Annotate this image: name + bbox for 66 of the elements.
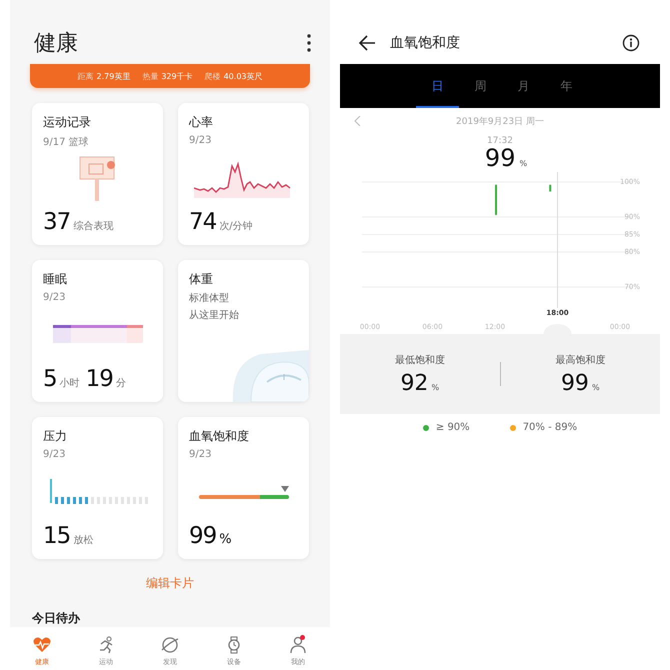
card-subtitle: 9/23: [43, 292, 66, 303]
back-icon[interactable]: [358, 34, 376, 52]
card-title: 压力: [43, 428, 68, 445]
value-unit: 放松: [73, 534, 94, 547]
card-title: 血氧饱和度: [189, 428, 250, 445]
value-number: 37: [43, 209, 70, 235]
card-background[interactable]: 心率 9/23 74 次/分钟: [178, 103, 309, 245]
card-text: 标准体型: [189, 292, 229, 305]
card-title: 体重: [189, 271, 214, 288]
person-icon: [289, 636, 307, 654]
period-tab[interactable]: 月: [502, 64, 545, 108]
summary-value: 40.03英尺: [224, 72, 262, 80]
value-unit: 小时: [60, 376, 80, 390]
period-tab[interactable]: 年: [545, 64, 588, 108]
legend-label: 70% - 89%: [522, 422, 578, 433]
stat-value: 92: [400, 370, 428, 396]
basketball-hoop-icon: [78, 155, 118, 203]
value-number: 74: [189, 209, 216, 235]
card-subtitle: 9/23: [189, 449, 212, 460]
stat-label: 最低饱和度: [394, 354, 445, 366]
heart-icon: [33, 636, 51, 654]
card-background[interactable]: 血氧饱和度 9/23 99%: [178, 417, 309, 559]
date-label: 2019年9月23日 周一: [456, 116, 544, 128]
value-unit: 次/分钟: [219, 220, 253, 233]
summary-label: 距离: [78, 72, 94, 80]
summary-value: 2.79英里: [96, 72, 130, 80]
summary-label: 爬楼: [204, 72, 221, 80]
value-number: 19: [86, 366, 113, 392]
stat-value: 99: [560, 370, 589, 396]
card-text: 从这里开始: [189, 308, 239, 322]
summary-label: 热量: [142, 72, 158, 80]
page-title: 健康: [34, 30, 79, 58]
page-title: 血氧饱和度: [390, 34, 461, 52]
card-subtitle: 9/23: [189, 135, 212, 146]
summary-value: 329千卡: [161, 72, 193, 80]
info-icon[interactable]: [622, 34, 640, 52]
run-icon: [97, 636, 115, 654]
reading-value: 99: [484, 146, 516, 170]
value-number: 5: [43, 366, 57, 392]
card-background[interactable]: 体重 标准体型 从这里开始: [178, 260, 309, 402]
stat-unit: %: [431, 382, 440, 392]
data-bar: [495, 184, 498, 215]
edit-cards-link[interactable]: 编辑卡片: [146, 575, 194, 592]
stat-unit: %: [592, 382, 600, 392]
more-icon[interactable]: [306, 33, 312, 53]
card-title: 心率: [189, 114, 214, 131]
period-tab[interactable]: 日: [416, 64, 459, 108]
data-bar: [549, 184, 552, 192]
card-background[interactable]: 压力 9/23 15 放松: [32, 417, 163, 559]
card-title: 睡眠: [43, 271, 68, 288]
stat-label: 最高饱和度: [555, 354, 606, 366]
value-unit: 分: [116, 377, 126, 390]
card-title: 运动记录: [43, 114, 92, 131]
period-tab[interactable]: 周: [459, 64, 502, 108]
value-unit: %: [219, 532, 232, 547]
value-unit: 综合表现: [73, 220, 114, 233]
time-label: 17:32: [487, 136, 513, 146]
section-heading: 今日待办: [32, 610, 82, 627]
card-background[interactable]: 睡眠 9/23 5 小时 19 分: [32, 260, 163, 402]
card-background[interactable]: 运动记录 9/17 篮球 37 综合表现: [32, 103, 163, 245]
legend-label: ≥ 90%: [436, 422, 470, 433]
value-number: 99: [189, 523, 216, 549]
reading-unit: %: [519, 159, 528, 168]
card-subtitle: 9/17 篮球: [43, 136, 89, 149]
card-subtitle: 9/23: [43, 449, 66, 460]
value-number: 15: [43, 523, 70, 549]
